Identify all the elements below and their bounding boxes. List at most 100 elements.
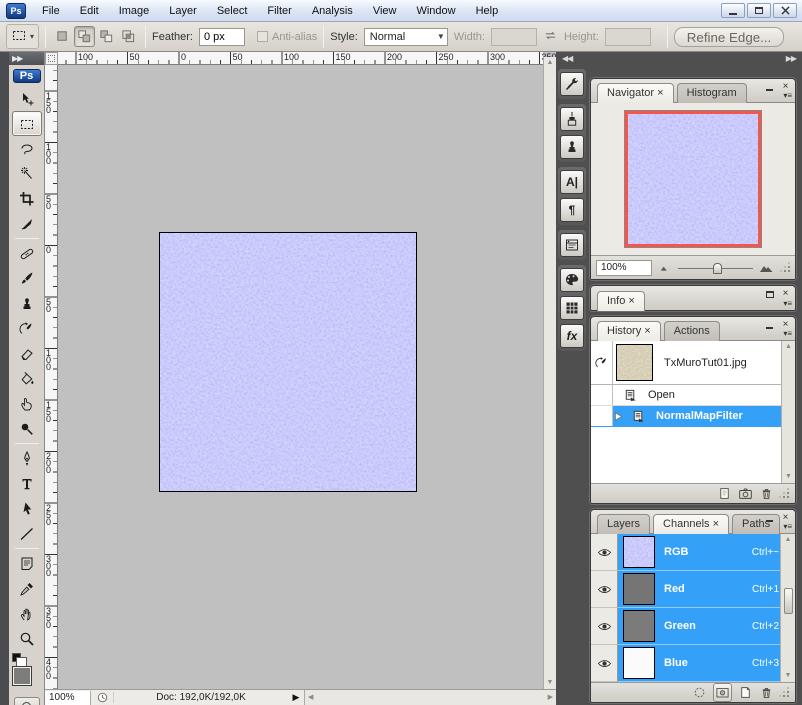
resize-grip[interactable] xyxy=(780,688,789,697)
toolbox-collapse-header[interactable]: ▶▶ xyxy=(9,52,44,65)
tool-rectangular-marquee[interactable] xyxy=(12,111,42,136)
refine-edge-button[interactable]: Refine Edge... xyxy=(674,27,784,47)
channel-rgb[interactable]: RGBCtrl+~ xyxy=(618,534,795,571)
scroll-up-icon[interactable]: ▲ xyxy=(785,343,792,351)
menu-filter[interactable]: Filter xyxy=(257,2,301,20)
menu-view[interactable]: View xyxy=(363,2,407,20)
close-button[interactable] xyxy=(773,3,797,18)
panel-icon-color[interactable] xyxy=(560,268,584,292)
panel-minimize-button[interactable] xyxy=(764,512,775,522)
tool-dodge[interactable] xyxy=(12,416,42,441)
tool-notes[interactable] xyxy=(12,551,42,576)
tool-line[interactable] xyxy=(12,521,42,546)
navigator-proxy-view[interactable] xyxy=(625,111,761,247)
channel-row-red[interactable]: RedCtrl+1 xyxy=(591,571,795,608)
tool-clone-stamp[interactable] xyxy=(12,291,42,316)
panel-icon-brushes[interactable] xyxy=(560,107,584,131)
tool-eraser[interactable] xyxy=(12,341,42,366)
anti-alias-checkbox[interactable] xyxy=(257,31,268,42)
tool-type[interactable] xyxy=(12,471,42,496)
resize-grip[interactable] xyxy=(780,489,789,498)
navigator-zoom-slider[interactable] xyxy=(678,262,753,274)
tool-brush[interactable] xyxy=(12,266,42,291)
subtract-from-selection-button[interactable] xyxy=(96,26,117,47)
menu-window[interactable]: Window xyxy=(406,2,465,20)
scroll-up-icon[interactable]: ▲ xyxy=(547,59,554,67)
channels-scrollbar[interactable]: ▲ ▼ xyxy=(780,534,795,682)
channel-blue[interactable]: BlueCtrl+3 xyxy=(618,645,795,682)
channel-row-green[interactable]: GreenCtrl+2 xyxy=(591,608,795,645)
panel-close-button[interactable]: × xyxy=(780,81,791,91)
anti-alias-checkbox-group[interactable]: Anti-alias xyxy=(257,31,317,43)
new-channel-button[interactable] xyxy=(738,685,753,700)
panel-menu-icon[interactable]: ▾≡ xyxy=(783,522,792,531)
menu-file[interactable]: File xyxy=(32,2,70,20)
history-state-open[interactable]: Open xyxy=(591,385,795,406)
menu-help[interactable]: Help xyxy=(466,2,509,20)
history-tab-history[interactable]: History × xyxy=(597,321,661,341)
tool-history-brush[interactable] xyxy=(12,316,42,341)
new-selection-button[interactable] xyxy=(52,26,73,47)
channels-tab-channels[interactable]: Channels × xyxy=(653,514,729,534)
tool-magic-wand[interactable] xyxy=(12,161,42,186)
status-clock-icon[interactable] xyxy=(91,691,113,704)
menu-edit[interactable]: Edit xyxy=(70,2,109,20)
canvas-work-area[interactable] xyxy=(58,65,543,689)
new-snapshot-button[interactable] xyxy=(738,486,753,501)
menu-layer[interactable]: Layer xyxy=(159,2,207,20)
menu-select[interactable]: Select xyxy=(207,2,258,20)
tool-eyedropper[interactable] xyxy=(12,576,42,601)
panel-icon-tool-presets[interactable] xyxy=(560,72,584,96)
panel-minimize-button[interactable] xyxy=(764,319,775,329)
panel-icon-styles[interactable]: fx xyxy=(560,324,584,348)
channel-row-blue[interactable]: BlueCtrl+3 xyxy=(591,645,795,682)
tool-lasso[interactable] xyxy=(12,136,42,161)
channels-tab-layers[interactable]: Layers xyxy=(597,514,650,534)
scroll-down-icon[interactable]: ▼ xyxy=(547,679,554,687)
navigator-zoom-input[interactable]: 100% xyxy=(596,260,652,276)
visibility-toggle-red[interactable] xyxy=(591,571,618,608)
tool-path-selection[interactable] xyxy=(12,496,42,521)
tool-preset-picker[interactable]: ▾ xyxy=(6,24,39,49)
history-scrollbar[interactable]: ▲ ▼ xyxy=(781,341,795,483)
history-brush-source-well[interactable] xyxy=(591,341,613,384)
scroll-down-icon[interactable]: ▼ xyxy=(785,672,792,680)
scroll-right-icon[interactable]: ▶ xyxy=(548,694,553,702)
collapse-dock-icon[interactable]: ◀◀ xyxy=(562,54,572,63)
tool-smudge[interactable] xyxy=(12,391,42,416)
history-snapshot-row[interactable]: TxMuroTut01.jpg xyxy=(591,341,795,385)
panel-close-button[interactable]: × xyxy=(780,288,791,298)
ruler-origin-corner[interactable] xyxy=(45,52,58,65)
tool-pen[interactable] xyxy=(12,446,42,471)
scrollbar-thumb[interactable] xyxy=(784,588,793,614)
menu-image[interactable]: Image xyxy=(109,2,160,20)
tool-zoom[interactable] xyxy=(12,626,42,651)
quick-mask-button[interactable] xyxy=(14,697,40,705)
visibility-toggle-blue[interactable] xyxy=(591,645,618,682)
visibility-toggle-rgb[interactable] xyxy=(591,534,618,571)
panel-icon-swatches[interactable] xyxy=(560,296,584,320)
foreground-color-swatch[interactable] xyxy=(12,666,32,686)
history-tab-actions[interactable]: Actions xyxy=(664,321,720,341)
tool-paint-bucket[interactable] xyxy=(12,366,42,391)
horizontal-scrollbar[interactable]: ◀ ▶ xyxy=(304,690,556,705)
minimize-button[interactable] xyxy=(721,3,745,18)
panel-icon-clone-source[interactable] xyxy=(560,135,584,159)
menu-analysis[interactable]: Analysis xyxy=(302,2,363,20)
ruler-horizontal[interactable]: 10050050100150200250300350 xyxy=(58,52,543,65)
add-to-selection-button[interactable] xyxy=(74,26,95,47)
default-colors-icon[interactable] xyxy=(12,653,21,662)
scroll-down-icon[interactable]: ▼ xyxy=(785,473,792,481)
zoom-out-icon[interactable] xyxy=(658,261,672,275)
scroll-left-icon[interactable]: ◀ xyxy=(308,694,313,702)
resize-grip[interactable] xyxy=(781,263,790,272)
load-channel-as-selection-button[interactable] xyxy=(692,685,707,700)
panel-maximize-button[interactable] xyxy=(764,288,775,298)
panel-icon-paragraph[interactable]: ¶ xyxy=(560,198,584,222)
tool-move[interactable] xyxy=(12,86,42,111)
tool-healing-brush[interactable] xyxy=(12,241,42,266)
channel-red[interactable]: RedCtrl+1 xyxy=(618,571,795,608)
navigator-tab-histogram[interactable]: Histogram xyxy=(677,83,747,103)
restore-button[interactable] xyxy=(747,3,771,18)
panel-menu-icon[interactable]: ▾≡ xyxy=(783,299,792,308)
